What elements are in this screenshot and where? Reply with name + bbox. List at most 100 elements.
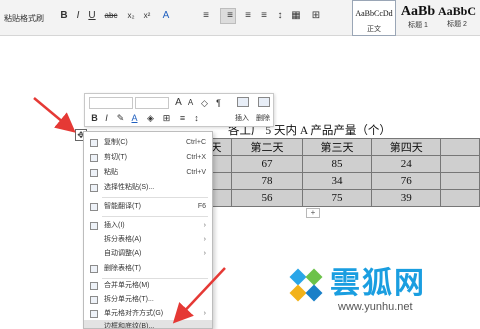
mini-toolbar: A A ◇ ¶ B I ✎ A ◈ ⊞ ≡ ↕ 插入 删除 — [84, 93, 274, 127]
italic-button[interactable]: I — [101, 112, 112, 124]
chevron-right-icon: › — [203, 250, 206, 257]
table-cell[interactable]: 第三天 — [301, 138, 373, 156]
table-cell[interactable]: 24 — [371, 155, 442, 173]
shading-icon[interactable]: ▦ — [290, 10, 302, 22]
table-cell[interactable]: 85 — [301, 155, 373, 173]
bold-button[interactable]: B — [89, 112, 100, 124]
menu-item-paste-special[interactable]: 选择性粘贴(S)... — [84, 181, 212, 195]
clear-format-icon[interactable]: ◇ — [199, 97, 210, 109]
style-heading-1[interactable]: AaBb 标题 1 — [398, 0, 438, 36]
menu-item-delete-table[interactable]: 删除表格(T) — [84, 262, 212, 276]
menu-item-cut[interactable]: 剪切(T) Ctrl+X — [84, 151, 212, 165]
menu-item-label: 删除表格(T) — [104, 265, 141, 272]
text-effects-button[interactable]: A — [160, 10, 172, 22]
menu-item-label: 单元格对齐方式(G) — [104, 310, 164, 317]
table-cell[interactable]: 76 — [371, 172, 442, 190]
italic-button[interactable]: I — [72, 10, 84, 22]
table-row: 67 85 24 — [199, 155, 480, 173]
paste-label[interactable]: 粘贴 — [4, 13, 20, 24]
data-table[interactable]: 天 第二天 第三天 第四天 67 85 24 78 34 76 56 75 39 — [199, 138, 480, 207]
add-row-button[interactable]: + — [306, 208, 320, 218]
underline-button[interactable]: U — [86, 10, 98, 22]
copy-icon — [90, 139, 98, 147]
grow-font-button[interactable]: A — [173, 97, 184, 109]
table-cell[interactable] — [440, 138, 480, 156]
table-cell[interactable] — [440, 155, 480, 173]
menu-item-split-table[interactable]: 拆分表格(A) › — [84, 233, 212, 247]
highlight-icon[interactable]: ✎ — [115, 112, 126, 124]
strikethrough-button[interactable]: abc — [102, 10, 120, 22]
style-normal[interactable]: AaBbCcDd 正文 — [352, 0, 396, 36]
line-spacing-icon[interactable]: ↕ — [274, 10, 286, 22]
justify-icon[interactable]: ≡ — [258, 10, 270, 22]
borders-icon[interactable]: ⊞ — [310, 10, 322, 22]
table-cell[interactable]: 第四天 — [371, 138, 442, 156]
menu-item-autofit[interactable]: 自动调整(A) › — [84, 247, 212, 261]
menu-item-label: 拆分表格(A) — [104, 236, 142, 243]
shrink-font-button[interactable]: A — [185, 97, 196, 109]
merge-cells-icon — [90, 282, 98, 290]
delete-button[interactable]: 删除 — [256, 113, 270, 123]
menu-item-label: 粘贴 — [104, 169, 118, 176]
menu-item-label: 插入(I) — [104, 222, 125, 229]
subscript-button[interactable]: x₂ — [124, 10, 138, 22]
watermark-url: www.yunhu.net — [338, 301, 413, 313]
table-cell[interactable]: 56 — [231, 189, 303, 207]
delete-table-icon — [258, 97, 270, 107]
style-preview: AaBbC — [438, 4, 477, 18]
shading-icon[interactable]: ◈ — [145, 112, 156, 124]
font-family-select[interactable] — [89, 97, 133, 109]
table-cell[interactable]: 39 — [371, 189, 442, 207]
superscript-button[interactable]: x² — [140, 10, 154, 22]
table-cell[interactable]: 75 — [301, 189, 373, 207]
arrow-to-table-handle — [33, 97, 76, 133]
ribbon-toolbar: 粘贴 格式刷 B I U abc x₂ x² A ≡ ≡ ≡ ≡ ↕ ▦ ⊞ A… — [0, 0, 480, 36]
menu-item-copy[interactable]: 复制(C) Ctrl+C — [84, 136, 212, 150]
menu-item-label: 拆分单元格(T)... — [104, 296, 154, 303]
style-label: 标题 2 — [447, 21, 467, 28]
menu-item-paste[interactable]: 粘贴 Ctrl+V — [84, 166, 212, 180]
borders-icon[interactable]: ⊞ — [161, 112, 172, 124]
bold-button[interactable]: B — [58, 10, 70, 22]
insert-icon — [90, 222, 98, 230]
font-color-icon[interactable]: A — [129, 112, 140, 124]
menu-item-translate[interactable]: 智能翻译(T) F6 — [84, 200, 212, 214]
split-cells-icon — [90, 296, 98, 304]
table-cell[interactable] — [440, 189, 480, 207]
font-size-select[interactable] — [135, 97, 169, 109]
insert-button[interactable]: 插入 — [235, 113, 249, 123]
menu-item-insert[interactable]: 插入(I) › — [84, 219, 212, 233]
menu-item-shortcut: Ctrl+X — [186, 154, 206, 161]
cut-icon — [90, 154, 98, 162]
align-left-icon[interactable]: ≡ — [200, 10, 212, 22]
align-button[interactable]: ≡ — [177, 112, 188, 124]
table-row: 天 第二天 第三天 第四天 — [199, 138, 480, 156]
table-cell[interactable] — [440, 172, 480, 190]
menu-item-label: 复制(C) — [104, 139, 128, 146]
menu-item-split-cells[interactable]: 拆分单元格(T)... — [84, 293, 212, 307]
format-painter-button[interactable]: 格式刷 — [20, 13, 44, 24]
menu-item-borders-shading[interactable]: 边框和底纹(B)... — [84, 320, 212, 328]
table-row: 56 75 39 — [199, 189, 480, 207]
menu-item-label: 剪切(T) — [104, 154, 127, 161]
line-spacing-icon[interactable]: ↕ — [191, 112, 202, 124]
menu-item-cell-alignment[interactable]: 单元格对齐方式(G) › — [84, 307, 212, 321]
insert-table-icon — [237, 97, 249, 107]
table-row: 78 34 76 — [199, 172, 480, 190]
chevron-right-icon: › — [203, 310, 206, 317]
paste-icon — [90, 169, 98, 177]
paragraph-icon[interactable]: ¶ — [213, 97, 224, 109]
style-label: 标题 1 — [408, 22, 428, 29]
context-menu: 复制(C) Ctrl+C 剪切(T) Ctrl+X 粘贴 Ctrl+V 选择性粘… — [83, 131, 213, 329]
table-cell[interactable]: 78 — [231, 172, 303, 190]
align-right-icon[interactable]: ≡ — [242, 10, 254, 22]
menu-item-merge-cells[interactable]: 合并单元格(M) — [84, 279, 212, 293]
watermark-logo-icon — [289, 268, 323, 302]
menu-item-shortcut: Ctrl+C — [185, 139, 206, 146]
watermark-text: 雲狐网 — [330, 266, 426, 301]
table-cell[interactable]: 67 — [231, 155, 303, 173]
style-heading-2[interactable]: AaBbC 标题 2 — [438, 0, 476, 36]
table-cell[interactable]: 第二天 — [231, 138, 303, 156]
cell-alignment-icon — [90, 310, 98, 318]
table-cell[interactable]: 34 — [301, 172, 373, 190]
